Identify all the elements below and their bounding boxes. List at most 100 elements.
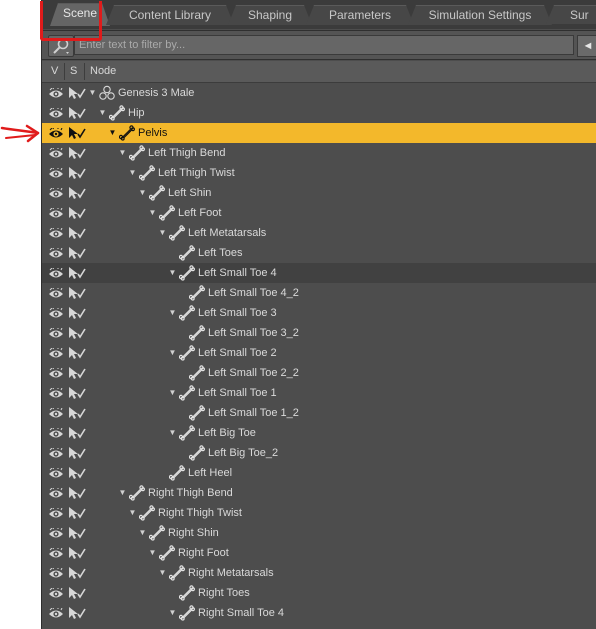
tab-content-library[interactable]: Content Library — [106, 5, 234, 25]
tree-row[interactable]: Left Big Toe_2 — [42, 443, 596, 463]
column-header-node[interactable]: Node — [90, 61, 116, 82]
tree-row[interactable]: Right Toes — [42, 583, 596, 603]
tree-node-label[interactable]: Left Foot — [178, 203, 221, 223]
expand-triangle-icon[interactable]: ▼ — [108, 123, 117, 143]
tree-row[interactable]: ▼ Left Small Toe 2 — [42, 343, 596, 363]
selectable-cursor-icon[interactable] — [68, 86, 86, 100]
tree-node-label[interactable]: Right Thigh Bend — [148, 483, 233, 503]
tree-row[interactable]: Left Toes — [42, 243, 596, 263]
column-header-selectable[interactable]: S — [70, 61, 77, 82]
tree-row[interactable]: ▼ Left Foot — [42, 203, 596, 223]
visibility-eye-icon[interactable] — [48, 166, 64, 179]
visibility-eye-icon[interactable] — [48, 546, 64, 559]
visibility-eye-icon[interactable] — [48, 466, 64, 479]
selectable-cursor-icon[interactable] — [68, 506, 86, 520]
selectable-cursor-icon[interactable] — [68, 326, 86, 340]
tree-row[interactable]: ▼ Right Thigh Twist — [42, 503, 596, 523]
selectable-cursor-icon[interactable] — [68, 146, 86, 160]
visibility-eye-icon[interactable] — [48, 286, 64, 299]
selectable-cursor-icon[interactable] — [68, 226, 86, 240]
tree-node-label[interactable]: Left Small Toe 3_2 — [208, 323, 299, 343]
expand-triangle-icon[interactable]: ▼ — [138, 183, 147, 203]
visibility-eye-icon[interactable] — [48, 526, 64, 539]
tab-shaping[interactable]: Shaping — [228, 5, 312, 25]
selectable-cursor-icon[interactable] — [68, 286, 86, 300]
visibility-eye-icon[interactable] — [48, 266, 64, 279]
tree-node-label[interactable]: Left Small Toe 2 — [198, 343, 277, 363]
tree-node-label[interactable]: Left Small Toe 4_2 — [208, 283, 299, 303]
selectable-cursor-icon[interactable] — [68, 406, 86, 420]
visibility-eye-icon[interactable] — [48, 446, 64, 459]
selectable-cursor-icon[interactable] — [68, 266, 86, 280]
visibility-eye-icon[interactable] — [48, 606, 64, 619]
tree-row[interactable]: ▼ Left Shin — [42, 183, 596, 203]
selectable-cursor-icon[interactable] — [68, 206, 86, 220]
tab-simulation-settings[interactable]: Simulation Settings — [408, 5, 552, 25]
expand-triangle-icon[interactable]: ▼ — [118, 143, 127, 163]
expand-triangle-icon[interactable]: ▼ — [158, 223, 167, 243]
tree-row[interactable]: Left Small Toe 2_2 — [42, 363, 596, 383]
visibility-eye-icon[interactable] — [48, 126, 64, 139]
tree-node-label[interactable]: Left Small Toe 2_2 — [208, 363, 299, 383]
tree-row[interactable]: ▼ Right Small Toe 4 — [42, 603, 596, 623]
visibility-eye-icon[interactable] — [48, 226, 64, 239]
selectable-cursor-icon[interactable] — [68, 306, 86, 320]
tree-node-label[interactable]: Pelvis — [138, 123, 167, 143]
collapse-pane-button[interactable]: ◄ — [577, 35, 596, 57]
tree-node-label[interactable]: Right Foot — [178, 543, 229, 563]
expand-triangle-icon[interactable]: ▼ — [88, 83, 97, 103]
visibility-eye-icon[interactable] — [48, 426, 64, 439]
selectable-cursor-icon[interactable] — [68, 586, 86, 600]
selectable-cursor-icon[interactable] — [68, 126, 86, 140]
expand-triangle-icon[interactable]: ▼ — [158, 563, 167, 583]
visibility-eye-icon[interactable] — [48, 86, 64, 99]
tree-row[interactable]: ▼ Left Metatarsals — [42, 223, 596, 243]
tree-node-label[interactable]: Left Heel — [188, 463, 232, 483]
visibility-eye-icon[interactable] — [48, 486, 64, 499]
tree-row[interactable]: Left Small Toe 4_2 — [42, 283, 596, 303]
visibility-eye-icon[interactable] — [48, 106, 64, 119]
tree-node-label[interactable]: Left Small Toe 4 — [198, 263, 277, 283]
visibility-eye-icon[interactable] — [48, 326, 64, 339]
expand-triangle-icon[interactable]: ▼ — [128, 503, 137, 523]
tree-row[interactable]: ▼ Right Foot — [42, 543, 596, 563]
visibility-eye-icon[interactable] — [48, 386, 64, 399]
expand-triangle-icon[interactable]: ▼ — [118, 483, 127, 503]
tree-node-label[interactable]: Right Shin — [168, 523, 219, 543]
tree-node-label[interactable]: Left Thigh Bend — [148, 143, 225, 163]
tree-row[interactable]: ▼ Left Big Toe — [42, 423, 596, 443]
tree-row[interactable]: ▼ Genesis 3 Male — [42, 83, 596, 103]
tree-row[interactable]: ▼ Right Shin — [42, 523, 596, 543]
expand-triangle-icon[interactable]: ▼ — [138, 523, 147, 543]
expand-triangle-icon[interactable]: ▼ — [148, 543, 157, 563]
visibility-eye-icon[interactable] — [48, 406, 64, 419]
visibility-eye-icon[interactable] — [48, 246, 64, 259]
tree-row[interactable]: ▼ Left Small Toe 1 — [42, 383, 596, 403]
tree-row[interactable]: ▼ Hip — [42, 103, 596, 123]
visibility-eye-icon[interactable] — [48, 186, 64, 199]
tree-row[interactable]: ▼ Right Metatarsals — [42, 563, 596, 583]
tree-row[interactable]: ▼ Left Thigh Twist — [42, 163, 596, 183]
visibility-eye-icon[interactable] — [48, 366, 64, 379]
tree-node-label[interactable]: Left Small Toe 1_2 — [208, 403, 299, 423]
selectable-cursor-icon[interactable] — [68, 546, 86, 560]
selectable-cursor-icon[interactable] — [68, 466, 86, 480]
tree-row[interactable]: ▼ Left Small Toe 4 — [42, 263, 596, 283]
expand-triangle-icon[interactable]: ▼ — [168, 343, 177, 363]
visibility-eye-icon[interactable] — [48, 586, 64, 599]
tree-node-label[interactable]: Left Small Toe 3 — [198, 303, 277, 323]
selectable-cursor-icon[interactable] — [68, 566, 86, 580]
visibility-eye-icon[interactable] — [48, 146, 64, 159]
tab-parameters[interactable]: Parameters — [306, 5, 414, 25]
selectable-cursor-icon[interactable] — [68, 166, 86, 180]
selectable-cursor-icon[interactable] — [68, 186, 86, 200]
tree-node-label[interactable]: Right Metatarsals — [188, 563, 274, 583]
tree-node-label[interactable]: Right Thigh Twist — [158, 503, 242, 523]
selectable-cursor-icon[interactable] — [68, 386, 86, 400]
selectable-cursor-icon[interactable] — [68, 606, 86, 620]
expand-triangle-icon[interactable]: ▼ — [128, 163, 137, 183]
selectable-cursor-icon[interactable] — [68, 106, 86, 120]
tree-node-label[interactable]: Right Small Toe 4 — [198, 603, 284, 623]
tree-node-label[interactable]: Left Small Toe 1 — [198, 383, 277, 403]
tree-node-label[interactable]: Genesis 3 Male — [118, 83, 194, 103]
